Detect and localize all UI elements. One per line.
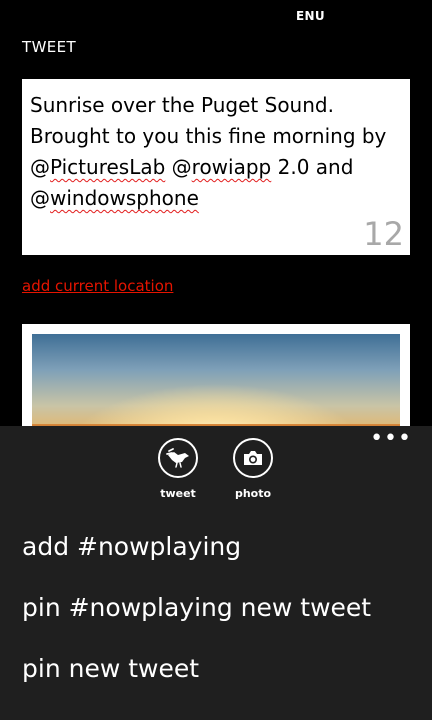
- misspelled-word: PicturesLab: [50, 155, 166, 179]
- photo-button[interactable]: photo: [218, 438, 288, 500]
- status-bar: ENU: [0, 0, 432, 32]
- page-title: TWEET: [22, 38, 77, 56]
- photo-button-label: photo: [234, 487, 272, 500]
- add-location-link[interactable]: add current location: [22, 277, 173, 295]
- tweet-text[interactable]: Sunrise over the Puget Sound. Brought to…: [30, 90, 402, 214]
- more-options-icon[interactable]: •••: [370, 428, 412, 450]
- application-bar: ••• tweet photo add #nowplaying pin #now…: [0, 426, 432, 720]
- sunrise-photo: [32, 334, 400, 434]
- misspelled-word: rowiapp: [191, 155, 272, 179]
- tweet-bird-icon: [158, 438, 198, 478]
- menu-item-pin-nowplaying-tweet[interactable]: pin #nowplaying new tweet: [22, 588, 371, 649]
- app-bar-menu: add #nowplaying pin #nowplaying new twee…: [22, 527, 371, 710]
- input-language-indicator: ENU: [296, 9, 325, 23]
- tweet-compose-box[interactable]: Sunrise over the Puget Sound. Brought to…: [22, 79, 410, 255]
- menu-item-add-nowplaying[interactable]: add #nowplaying: [22, 527, 371, 588]
- misspelled-word: windowsphone: [50, 186, 199, 210]
- camera-icon: [233, 438, 273, 478]
- character-counter: 12: [363, 215, 404, 253]
- tweet-button[interactable]: tweet: [143, 438, 213, 500]
- tweet-text-segment: @: [165, 155, 192, 179]
- attached-photo-thumbnail[interactable]: [22, 324, 410, 434]
- menu-item-pin-new-tweet[interactable]: pin new tweet: [22, 649, 371, 710]
- tweet-button-label: tweet: [160, 487, 196, 500]
